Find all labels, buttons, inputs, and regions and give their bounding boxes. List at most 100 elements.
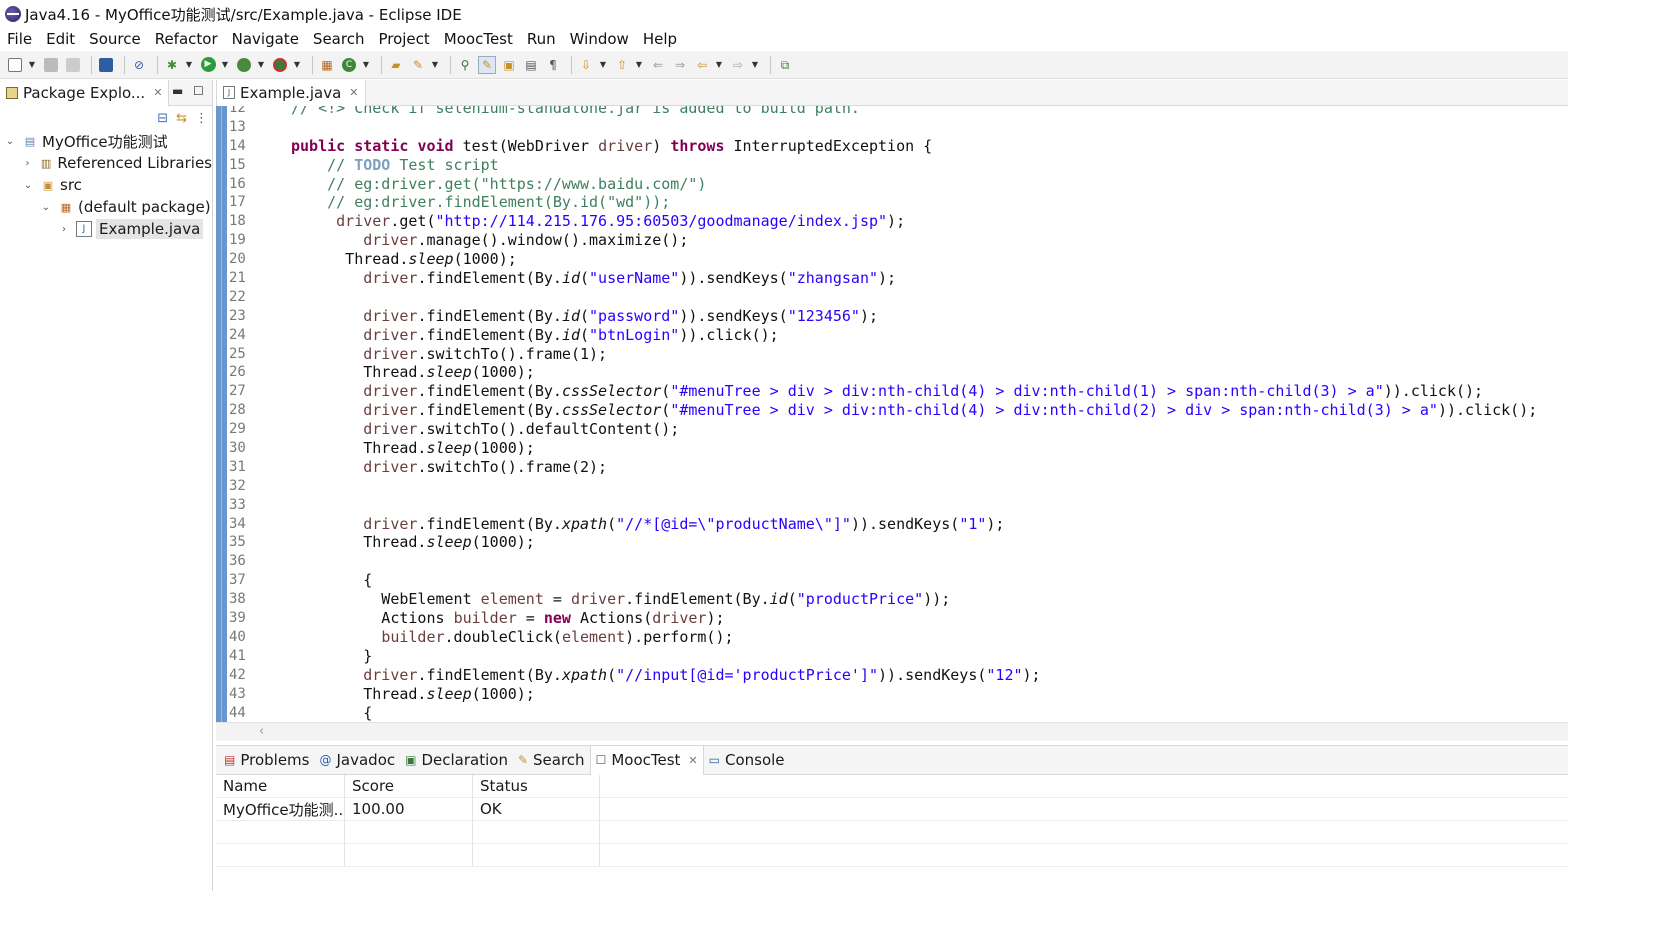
table-row[interactable]: MyOffice功能测... 100.00 OK [216,797,1568,821]
collapse-all-icon[interactable]: ⊟ [157,111,168,126]
open-type-icon[interactable]: ▰ [387,56,405,74]
last-edit-icon[interactable]: ⇐ [649,56,667,74]
link-with-editor-icon[interactable]: ⇆ [176,111,187,126]
code-line[interactable]: 15 // TODO Test script [229,156,1568,175]
code-lines[interactable]: 12 // <!> Check if selenium-standalone.ja… [229,106,1568,723]
new-class-dropdown-icon[interactable]: ▼ [362,56,370,74]
tree-item-src[interactable]: ⌄ ▣ src [0,174,212,196]
code-line[interactable]: 44 { [229,704,1568,723]
skip-breakpoints-icon[interactable]: ⊘ [130,56,148,74]
code-line[interactable]: 36 [229,552,1568,571]
menu-mooctest[interactable]: MoocTest [437,30,520,48]
pin-editor-icon[interactable]: ⧉ [776,56,794,74]
debug-icon[interactable]: ✱ [163,56,181,74]
code-line[interactable]: 41 } [229,647,1568,666]
coverage-icon[interactable] [235,56,253,74]
code-line[interactable]: 27 driver.findElement(By.cssSelector("#m… [229,382,1568,401]
external-tools-icon[interactable] [271,56,289,74]
code-line[interactable]: 29 driver.switchTo().defaultContent(); [229,420,1568,439]
code-line[interactable]: 43 Thread.sleep(1000); [229,685,1568,704]
next-annotation-icon[interactable]: ⇩ [577,56,595,74]
menu-run[interactable]: Run [520,30,563,48]
code-line[interactable]: 22 [229,288,1568,307]
search-toolbar-icon[interactable]: ⚲ [456,56,474,74]
code-line[interactable]: 13 [229,118,1568,137]
chevron-down-icon[interactable]: ⌄ [22,180,34,191]
chevron-right-icon[interactable]: › [22,158,33,169]
new-icon[interactable] [6,56,24,74]
tree-item-example-java[interactable]: › J Example.java [0,218,212,240]
toggle-breadcrumb-icon[interactable]: ▣ [500,56,518,74]
close-icon[interactable]: ✕ [153,86,162,99]
mark-occurrences-icon[interactable]: ✎ [478,55,496,74]
new-dropdown-icon[interactable]: ▼ [28,56,36,74]
coverage-dropdown-icon[interactable]: ▼ [257,56,265,74]
tab-mooctest[interactable]: ☐ MoocTest ✕ [589,745,704,775]
code-line[interactable]: 40 builder.doubleClick(element).perform(… [229,628,1568,647]
open-task-icon[interactable]: ✎ [409,56,427,74]
menu-file[interactable]: File [0,30,39,48]
open-task-dropdown-icon[interactable]: ▼ [431,56,439,74]
menu-edit[interactable]: Edit [39,30,82,48]
tab-package-explorer[interactable]: Package Explo... ✕ [0,79,170,106]
menu-refactor[interactable]: Refactor [148,30,225,48]
column-header-name[interactable]: Name [216,774,345,798]
debug-dropdown-icon[interactable]: ▼ [185,56,193,74]
save-icon[interactable] [42,56,60,74]
forward-icon[interactable]: ⇨ [729,56,747,74]
terminal-icon[interactable] [97,56,115,74]
code-line[interactable]: 31 driver.switchTo().frame(2); [229,458,1568,477]
code-line[interactable]: 20 Thread.sleep(1000); [229,250,1568,269]
tab-javadoc[interactable]: @ Javadoc [314,746,400,775]
menu-source[interactable]: Source [82,30,148,48]
chevron-down-icon[interactable]: ⌄ [4,136,16,147]
menu-search[interactable]: Search [306,30,372,48]
tree-item-default-package[interactable]: ⌄ ▦ (default package) [0,196,212,218]
code-line[interactable]: 23 driver.findElement(By.id("password"))… [229,307,1568,326]
code-line[interactable]: 35 Thread.sleep(1000); [229,533,1568,552]
code-line[interactable]: 39 Actions builder = new Actions(driver)… [229,609,1568,628]
external-tools-dropdown-icon[interactable]: ▼ [293,56,301,74]
tree-item-referenced-libraries[interactable]: › ▥ Referenced Libraries [0,152,212,174]
menu-help[interactable]: Help [636,30,684,48]
code-line[interactable]: 17 // eg:driver.findElement(By.id("wd"))… [229,193,1568,212]
run-dropdown-icon[interactable]: ▼ [221,56,229,74]
close-icon[interactable]: ✕ [688,754,697,767]
chevron-right-icon[interactable]: › [58,224,70,235]
tab-search[interactable]: ✎ Search [513,746,590,775]
code-line[interactable]: 37 { [229,571,1568,590]
code-line[interactable]: 24 driver.findElement(By.id("btnLogin"))… [229,326,1568,345]
back-dropdown-icon[interactable]: ▼ [715,56,723,74]
code-line[interactable]: 16 // eg:driver.get("https://www.baidu.c… [229,175,1568,194]
previous-annotation-icon[interactable]: ⇧ [613,56,631,74]
tab-example-java[interactable]: J Example.java ✕ [216,79,366,106]
menu-navigate[interactable]: Navigate [225,30,306,48]
menu-project[interactable]: Project [371,30,436,48]
code-editor[interactable]: 12 // <!> Check if selenium-standalone.ja… [216,106,1568,722]
code-line[interactable]: 42 driver.findElement(By.xpath("//input[… [229,666,1568,685]
view-menu-icon[interactable]: ⋮ [195,111,208,126]
code-line[interactable]: 33 [229,496,1568,515]
new-package-icon[interactable]: ▦ [318,56,336,74]
tab-declaration[interactable]: ▣ Declaration [400,746,513,775]
back-icon[interactable]: ⇦ [693,56,711,74]
code-line[interactable]: 28 driver.findElement(By.cssSelector("#m… [229,401,1568,420]
new-class-icon[interactable]: C [340,56,358,74]
tab-console[interactable]: ▭ Console [704,746,790,775]
code-line[interactable]: 30 Thread.sleep(1000); [229,439,1568,458]
column-header-score[interactable]: Score [345,774,473,798]
close-icon[interactable]: ✕ [349,86,358,99]
code-line[interactable]: 34 driver.findElement(By.xpath("//*[@id=… [229,515,1568,534]
run-icon[interactable]: ▶ [199,56,217,74]
code-line[interactable]: 21 driver.findElement(By.id("userName"))… [229,269,1568,288]
scroll-left-icon[interactable]: ‹ [259,724,264,739]
code-line[interactable]: 19 driver.manage().window().maximize(); [229,231,1568,250]
code-line[interactable]: 25 driver.switchTo().frame(1); [229,345,1568,364]
tab-problems[interactable]: ▤ Problems [219,746,314,775]
menu-window[interactable]: Window [563,30,636,48]
minimize-icon[interactable]: ▬ [172,84,183,98]
tree-item-project[interactable]: ⌄ ▤ MyOffice功能测试 [0,130,212,152]
code-line[interactable]: 38 WebElement element = driver.findEleme… [229,590,1568,609]
last-edit-forward-icon[interactable]: ⇒ [671,56,689,74]
maximize-icon[interactable]: ☐ [193,84,204,98]
